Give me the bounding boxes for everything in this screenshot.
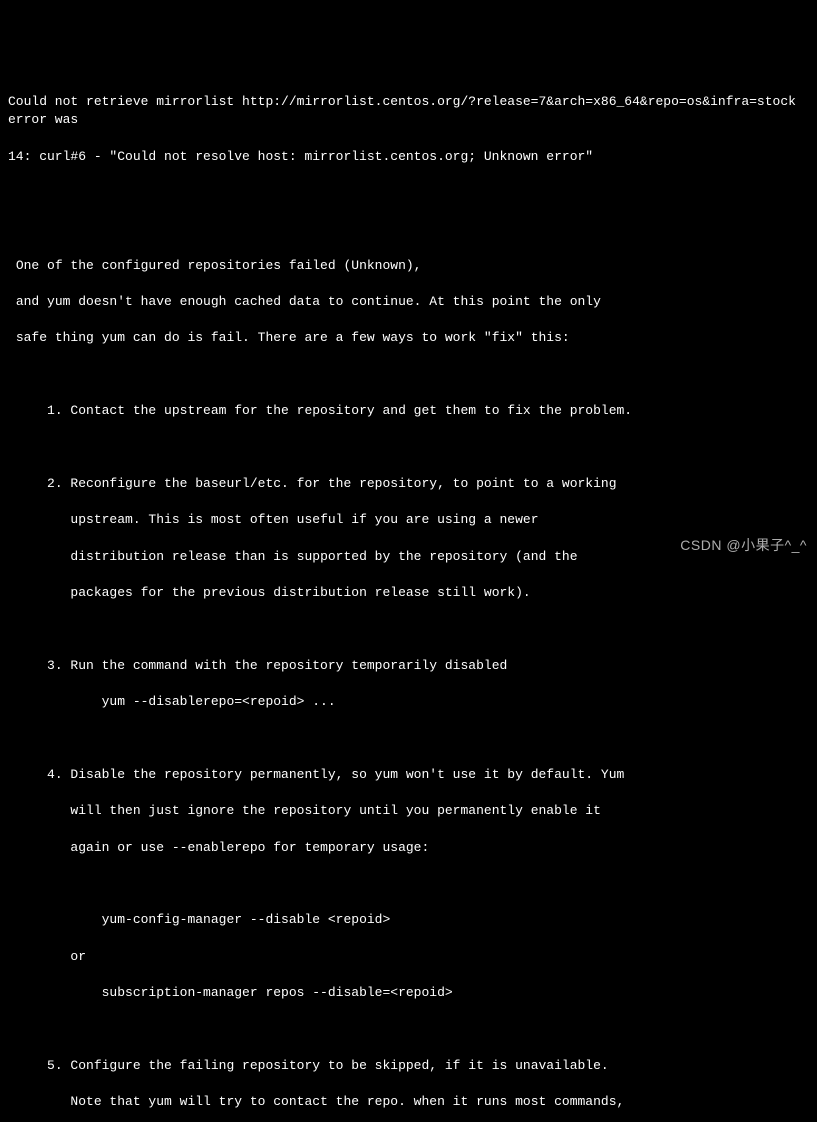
fix-4-line: again or use --enablerepo for temporary … [8,840,429,855]
fix-2-line: upstream. This is most often useful if y… [8,512,539,527]
fix-4-cmd-yum-config-manager: yum-config-manager --disable <repoid> [8,912,390,927]
fix-5-skip-if-unavailable: 5. Configure the failing repository to b… [8,1058,609,1073]
msg-fix: safe thing yum can do is fail. There are… [8,330,570,345]
fix-3-disablerepo: 3. Run the command with the repository t… [8,658,507,673]
msg-no-cache: and yum doesn't have enough cached data … [8,294,601,309]
fix-4-disable-permanent: 4. Disable the repository permanently, s… [8,767,624,782]
msg-repo-failed: One of the configured repositories faile… [8,258,421,273]
fix-3-cmd: yum --disablerepo=<repoid> ... [8,694,336,709]
fix-4-cmd-subscription-manager: subscription-manager repos --disable=<re… [8,985,453,1000]
terminal-output: Could not retrieve mirrorlist http://mir… [8,75,809,1122]
error-mirrorlist: Could not retrieve mirrorlist http://mir… [8,94,804,127]
csdn-watermark: CSDN @小果子^_^ [680,536,807,556]
error-curl: 14: curl#6 - "Could not resolve host: mi… [8,149,593,164]
fix-1-contact-upstream: 1. Contact the upstream for the reposito… [8,403,632,418]
fix-4-or: or [8,949,86,964]
fix-2-line: distribution release than is supported b… [8,549,578,564]
fix-4-line: will then just ignore the repository unt… [8,803,601,818]
fix-5-line: Note that yum will try to contact the re… [8,1094,624,1109]
fix-2-reconfigure-baseurl: 2. Reconfigure the baseurl/etc. for the … [8,476,617,491]
fix-2-line: packages for the previous distribution r… [8,585,531,600]
